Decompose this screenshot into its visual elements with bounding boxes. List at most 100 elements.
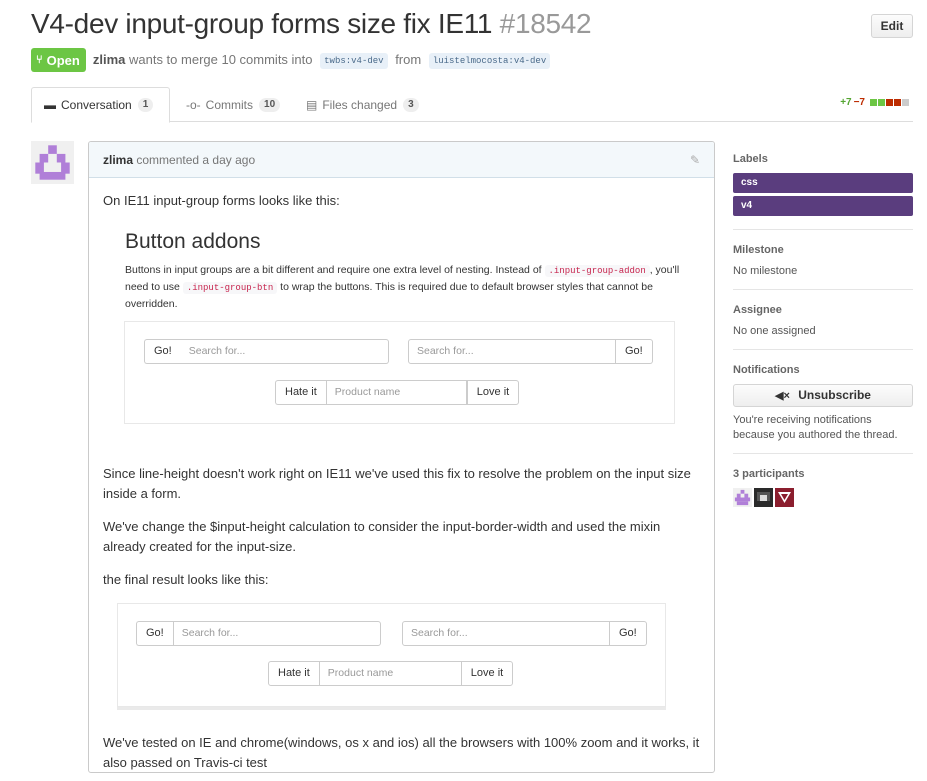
demo-box: Go! Search for... Search for... Go! Hate… xyxy=(124,321,675,424)
tab-files-changed[interactable]: ▤ Files changed 3 xyxy=(294,87,431,122)
notifications-reason: You're receiving notifications because y… xyxy=(733,414,898,441)
status-badge: ⑂ Open xyxy=(31,48,86,72)
input-group-center: Hate it Product name Love it xyxy=(275,380,520,405)
comment-paragraph: We've tested on IE and chrome(windows, o… xyxy=(103,735,700,770)
code-snippet: .input-group-btn xyxy=(182,282,278,294)
comment-header: zlima commented a day ago ✎ xyxy=(89,142,714,178)
base-branch: twbs:v4-dev xyxy=(320,52,388,69)
diffstat-block xyxy=(870,99,877,106)
diffstat-block xyxy=(894,99,901,106)
merge-text: wants to merge 10 commits into xyxy=(128,51,313,67)
go-button: Go! xyxy=(144,339,181,364)
edit-pencil-icon[interactable]: ✎ xyxy=(690,142,700,178)
tab-counter: 1 xyxy=(137,98,154,112)
tab-counter: 3 xyxy=(403,97,419,112)
demo-box: Go! Search for... Search for... Go! Hate… xyxy=(117,603,666,707)
tab-commits[interactable]: -o- Commits 10 xyxy=(174,87,292,122)
search-input: Search for... xyxy=(402,621,610,646)
tab-label: Files changed xyxy=(322,97,398,112)
tab-conversation[interactable]: ▬ Conversation 1 xyxy=(31,87,170,123)
desc-text: Buttons in input groups are a bit differ… xyxy=(125,264,542,276)
label-v4[interactable]: v4 xyxy=(733,196,913,216)
pr-tabs: ▬ Conversation 1 -o- Commits 10 ▤ Files … xyxy=(31,87,913,123)
unsubscribe-button[interactable]: ◀× Unsubscribe xyxy=(733,384,913,407)
input-group-right: Search for... Go! xyxy=(408,339,653,364)
search-input: Search for... xyxy=(408,339,616,364)
love-button: Love it xyxy=(466,380,520,405)
pr-meta: ⑂ Open zlima wants to merge 10 commits i… xyxy=(31,48,554,72)
participant-avatar[interactable] xyxy=(733,488,752,507)
assignee-section: Assignee No one assigned xyxy=(733,304,913,350)
file-diff-icon: ▤ xyxy=(306,97,318,112)
comment-paragraph: On IE11 input-group forms looks like thi… xyxy=(103,193,340,208)
comment-timestamp[interactable]: a day ago xyxy=(202,153,255,167)
diffstat-block xyxy=(886,99,893,106)
milestone-heading[interactable]: Milestone xyxy=(733,244,913,256)
participant-avatar[interactable] xyxy=(754,488,773,507)
participants-heading: 3 participants xyxy=(733,468,805,480)
screenshot-description: Buttons in input groups are a bit differ… xyxy=(125,262,681,312)
comment-action: commented xyxy=(136,153,200,167)
search-input: Search for... xyxy=(180,339,389,364)
discussion-sidebar: Labels css v4 Milestone No milestone Ass… xyxy=(733,141,913,507)
unsubscribe-label: Unsubscribe xyxy=(798,388,871,402)
input-group-center: Hate it Product name Love it xyxy=(268,661,514,686)
diffstat-block xyxy=(878,99,885,106)
product-input: Product name xyxy=(325,380,467,405)
input-group-left: Go! Search for... xyxy=(144,339,389,364)
hate-button: Hate it xyxy=(275,380,326,405)
label-css[interactable]: css xyxy=(733,173,913,193)
author-link[interactable]: zlima xyxy=(93,52,126,67)
labels-heading[interactable]: Labels xyxy=(733,153,913,165)
notifications-section: Notifications ◀× Unsubscribe You're rece… xyxy=(733,364,913,454)
pr-title: V4-dev input-group forms size fix IE11 xyxy=(31,8,493,39)
pull-request-icon: ⑂ xyxy=(36,54,43,66)
go-button: Go! xyxy=(616,339,653,364)
diffstat: +7 −7 xyxy=(840,97,909,108)
comment-icon: ▬ xyxy=(44,98,56,112)
mute-icon: ◀× xyxy=(775,390,790,402)
page-title: V4-dev input-group forms size fix IE11 #… xyxy=(31,6,913,42)
go-button: Go! xyxy=(136,621,173,646)
hate-button: Hate it xyxy=(268,661,320,686)
tab-label: Commits xyxy=(205,97,254,112)
comment-paragraph: Since line-height doesn't work right on … xyxy=(103,466,691,501)
screenshot-after: Go! Search for... Search for... Go! Hate… xyxy=(103,603,700,713)
notifications-heading: Notifications xyxy=(733,364,800,376)
pr-header: V4-dev input-group forms size fix IE11 #… xyxy=(31,6,913,46)
search-input: Search for... xyxy=(172,621,381,646)
input-group-right: Search for... Go! xyxy=(402,621,647,646)
identicon-icon xyxy=(31,141,74,184)
from-text: from xyxy=(395,51,422,67)
edit-button[interactable]: Edit xyxy=(871,14,913,38)
merge-description: zlima wants to merge 10 commits into twb… xyxy=(93,52,554,69)
comment-box: zlima commented a day ago ✎ On IE11 inpu… xyxy=(88,141,715,773)
comment-author[interactable]: zlima xyxy=(103,153,133,167)
tab-label: Conversation xyxy=(61,98,132,112)
milestone-section: Milestone No milestone xyxy=(733,244,913,290)
love-button: Love it xyxy=(460,661,514,686)
screenshot-before: Button addons Buttons in input groups ar… xyxy=(103,224,700,446)
code-snippet: .input-group-addon xyxy=(544,265,650,277)
product-input: Product name xyxy=(319,661,461,686)
comment-paragraph: We've change the $input-height calculati… xyxy=(103,519,661,554)
comment-paragraph: the final result looks like this: xyxy=(103,572,269,587)
go-button: Go! xyxy=(610,621,647,646)
input-group-left: Go! Search for... xyxy=(136,621,381,646)
labels-section: Labels css v4 xyxy=(733,153,913,230)
deletions-count: −7 xyxy=(853,97,865,108)
participant-avatars xyxy=(733,488,913,507)
milestone-value: No milestone xyxy=(733,265,798,277)
status-label: Open xyxy=(46,52,80,68)
assignee-heading[interactable]: Assignee xyxy=(733,304,913,316)
pr-number: #18542 xyxy=(499,8,592,39)
participant-avatar[interactable] xyxy=(775,488,794,507)
diffstat-block xyxy=(902,99,909,106)
comment-body: On IE11 input-group forms looks like thi… xyxy=(89,178,714,772)
additions-count: +7 xyxy=(840,97,852,108)
avatar[interactable] xyxy=(31,141,74,184)
assignee-value: No one assigned xyxy=(733,325,816,337)
head-branch: luistelmocosta:v4-dev xyxy=(428,52,551,69)
tab-counter: 10 xyxy=(259,97,281,112)
screenshot-heading: Button addons xyxy=(125,230,261,253)
